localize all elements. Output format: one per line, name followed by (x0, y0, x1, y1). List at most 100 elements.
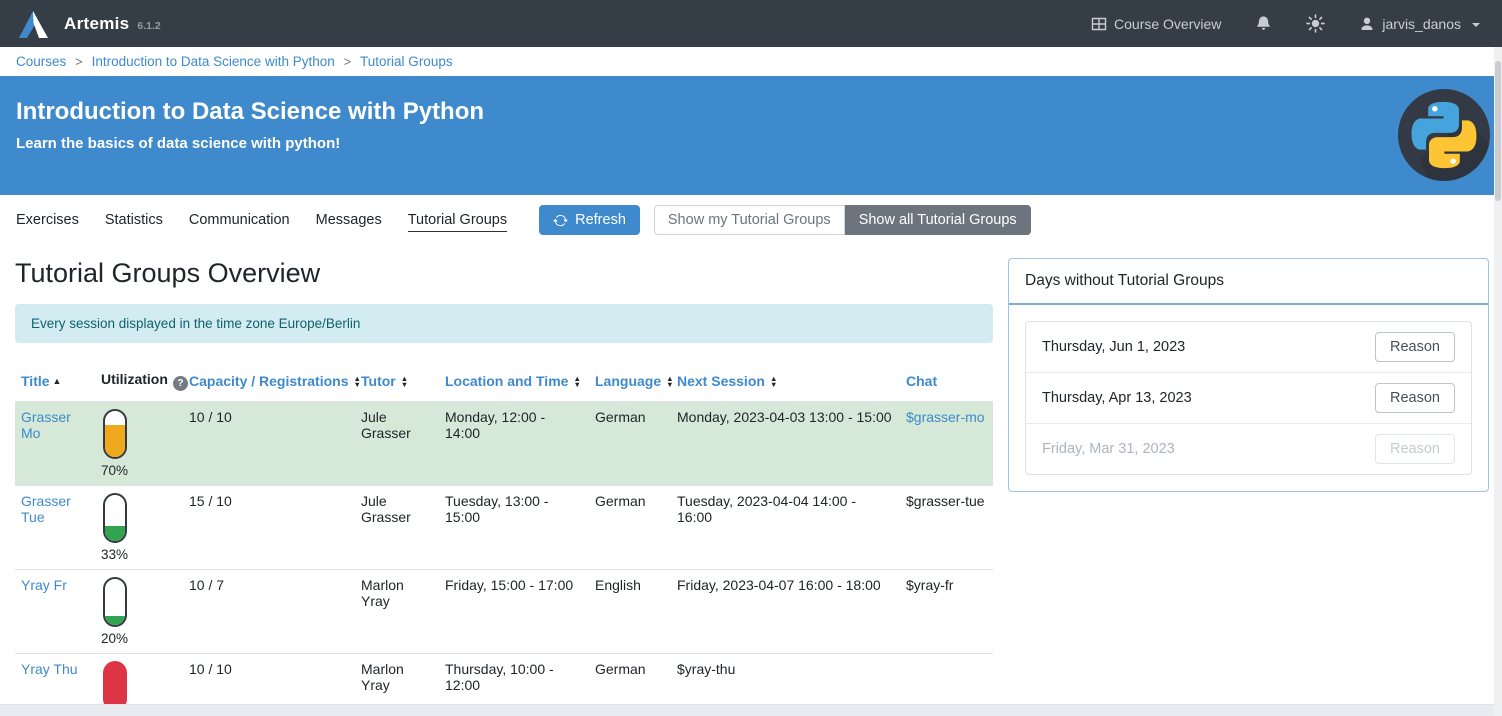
notifications-button[interactable] (1255, 15, 1272, 32)
capacity-cell: 10 / 7 (183, 570, 355, 654)
breadcrumb-courses[interactable]: Courses (16, 54, 66, 69)
capacity-cell: 10 / 10 (183, 402, 355, 486)
tab-communication[interactable]: Communication (189, 208, 290, 232)
card-title: Days without Tutorial Groups (1009, 259, 1488, 305)
reason-button[interactable]: Reason (1375, 383, 1455, 413)
tutor-cell: Jule Grasser (355, 486, 439, 570)
chat-channel-link[interactable]: $grasser-mo (906, 409, 985, 425)
free-days-list: Thursday, Jun 1, 2023 Reason Thursday, A… (1025, 321, 1472, 475)
schedule-cell: Monday, 12:00 - 14:00 (439, 402, 589, 486)
table-row: Grasser Tue 33% 15 / 10 Jule Grasser Tue… (15, 486, 993, 570)
tab-exercises[interactable]: Exercises (16, 208, 79, 232)
next-session-cell: Friday, 2023-04-07 16:00 - 18:00 (671, 570, 900, 654)
refresh-button[interactable]: Refresh (539, 205, 640, 235)
tab-tutorial-groups[interactable]: Tutorial Groups (408, 208, 507, 232)
column-header-location[interactable]: Location and Time▲▼ (439, 363, 589, 402)
sort-icon: ▲▼ (573, 376, 580, 388)
tab-statistics[interactable]: Statistics (105, 208, 163, 232)
sort-asc-icon: ▲ (53, 376, 62, 386)
artemis-logo-icon (16, 8, 52, 40)
tutorial-group-link[interactable]: Yray Fr (21, 577, 67, 593)
next-session-cell: Tuesday, 2023-04-04 14:00 - 16:00 (671, 486, 900, 570)
utilization-gauge (103, 409, 127, 459)
page-scrollbar[interactable] (1494, 47, 1502, 716)
language-cell: German (589, 402, 671, 486)
tutorial-group-link[interactable]: Yray Thu (21, 661, 78, 677)
sun-icon (1306, 14, 1325, 33)
column-header-language[interactable]: Language▲▼ (589, 363, 671, 402)
breadcrumb-tutorial-groups[interactable]: Tutorial Groups (360, 54, 453, 69)
column-header-chat: Chat (900, 363, 993, 402)
free-day-date: Thursday, Apr 13, 2023 (1042, 390, 1192, 406)
table-header-row: Title▲ Utilization? Capacity / Registrat… (15, 363, 993, 402)
course-overview-label: Course Overview (1114, 16, 1221, 32)
column-header-capacity[interactable]: Capacity / Registrations▲▼ (183, 363, 355, 402)
version-label: 6.1.2 (137, 20, 160, 32)
course-title: Introduction to Data Science with Python (16, 98, 1478, 126)
column-header-utilization: Utilization? (95, 363, 183, 402)
language-cell: English (589, 570, 671, 654)
timezone-alert: Every session displayed in the time zone… (15, 304, 993, 343)
table-row: Yray Fr 20% 10 / 7 Marlon Yray Friday, 1… (15, 570, 993, 654)
python-course-icon (1398, 89, 1490, 181)
sort-icon: ▲▼ (770, 376, 777, 388)
breadcrumb-separator: > (75, 55, 82, 69)
chevron-down-icon (1472, 23, 1480, 27)
brand[interactable]: Artemis 6.1.2 (16, 8, 161, 40)
show-my-tutorial-groups-button[interactable]: Show my Tutorial Groups (654, 205, 845, 235)
breadcrumb-course[interactable]: Introduction to Data Science with Python (92, 54, 335, 69)
utilization-value: 20% (101, 631, 177, 646)
tutor-cell: Marlon Yray (355, 570, 439, 654)
column-header-tutor[interactable]: Tutor▲▼ (355, 363, 439, 402)
course-tabs-bar: Exercises Statistics Communication Messa… (0, 195, 1502, 245)
refresh-icon (553, 213, 568, 228)
bell-icon (1255, 15, 1272, 32)
tutorial-groups-table: Title▲ Utilization? Capacity / Registrat… (15, 363, 993, 716)
utilization-gauge (103, 577, 127, 627)
footer-bar (0, 704, 1502, 716)
column-header-title[interactable]: Title▲ (15, 363, 95, 402)
schedule-cell: Friday, 15:00 - 17:00 (439, 570, 589, 654)
column-header-next-session[interactable]: Next Session▲▼ (671, 363, 900, 402)
reason-button[interactable]: Reason (1375, 332, 1455, 362)
sort-icon: ▲▼ (354, 376, 361, 388)
main-content: Tutorial Groups Overview Every session d… (0, 245, 1502, 716)
tutorial-group-link[interactable]: Grasser Tue (21, 493, 71, 525)
username-label: jarvis_danos (1382, 16, 1461, 32)
chat-channel-link[interactable]: $yray-fr (906, 577, 953, 593)
days-without-tutorial-groups-card: Days without Tutorial Groups Thursday, J… (1008, 258, 1489, 492)
page-title: Tutorial Groups Overview (15, 258, 993, 289)
brand-name: Artemis (64, 14, 129, 34)
navbar-actions: Course Overview jarvis_danos (1091, 14, 1480, 33)
tutorial-group-link[interactable]: Grasser Mo (21, 409, 71, 441)
free-day-date: Friday, Mar 31, 2023 (1042, 441, 1175, 457)
help-icon[interactable]: ? (173, 376, 188, 391)
show-all-tutorial-groups-button[interactable]: Show all Tutorial Groups (845, 205, 1031, 235)
user-menu[interactable]: jarvis_danos (1359, 16, 1480, 32)
page: Artemis 6.1.2 Course Overview (0, 0, 1502, 716)
list-item: Thursday, Apr 13, 2023 Reason (1026, 372, 1471, 423)
card-body: Thursday, Jun 1, 2023 Reason Thursday, A… (1009, 305, 1488, 491)
grid-icon (1091, 16, 1107, 32)
capacity-cell: 15 / 10 (183, 486, 355, 570)
tutor-cell: Jule Grasser (355, 402, 439, 486)
language-cell: German (589, 486, 671, 570)
schedule-cell: Tuesday, 13:00 - 15:00 (439, 486, 589, 570)
tab-messages[interactable]: Messages (316, 208, 382, 232)
table-row: Grasser Mo 70% 10 / 10 Jule Grasser Mond… (15, 402, 993, 486)
course-subtitle: Learn the basics of data science with py… (16, 135, 1478, 152)
sort-icon: ▲▼ (401, 376, 408, 388)
theme-toggle[interactable] (1306, 14, 1325, 33)
person-icon (1359, 16, 1375, 32)
tutorial-groups-panel: Tutorial Groups Overview Every session d… (15, 258, 993, 716)
reason-button-disabled: Reason (1375, 434, 1455, 464)
utilization-value: 33% (101, 547, 177, 562)
course-overview-link[interactable]: Course Overview (1091, 16, 1221, 32)
chat-channel-link[interactable]: $grasser-tue (906, 493, 985, 509)
chat-channel-link[interactable]: $yray-thu (677, 661, 735, 677)
breadcrumb-separator: > (344, 55, 351, 69)
scrollbar-thumb[interactable] (1495, 61, 1501, 201)
next-session-cell: Monday, 2023-04-03 13:00 - 15:00 (671, 402, 900, 486)
refresh-label: Refresh (575, 212, 626, 228)
list-item: Thursday, Jun 1, 2023 Reason (1026, 322, 1471, 372)
